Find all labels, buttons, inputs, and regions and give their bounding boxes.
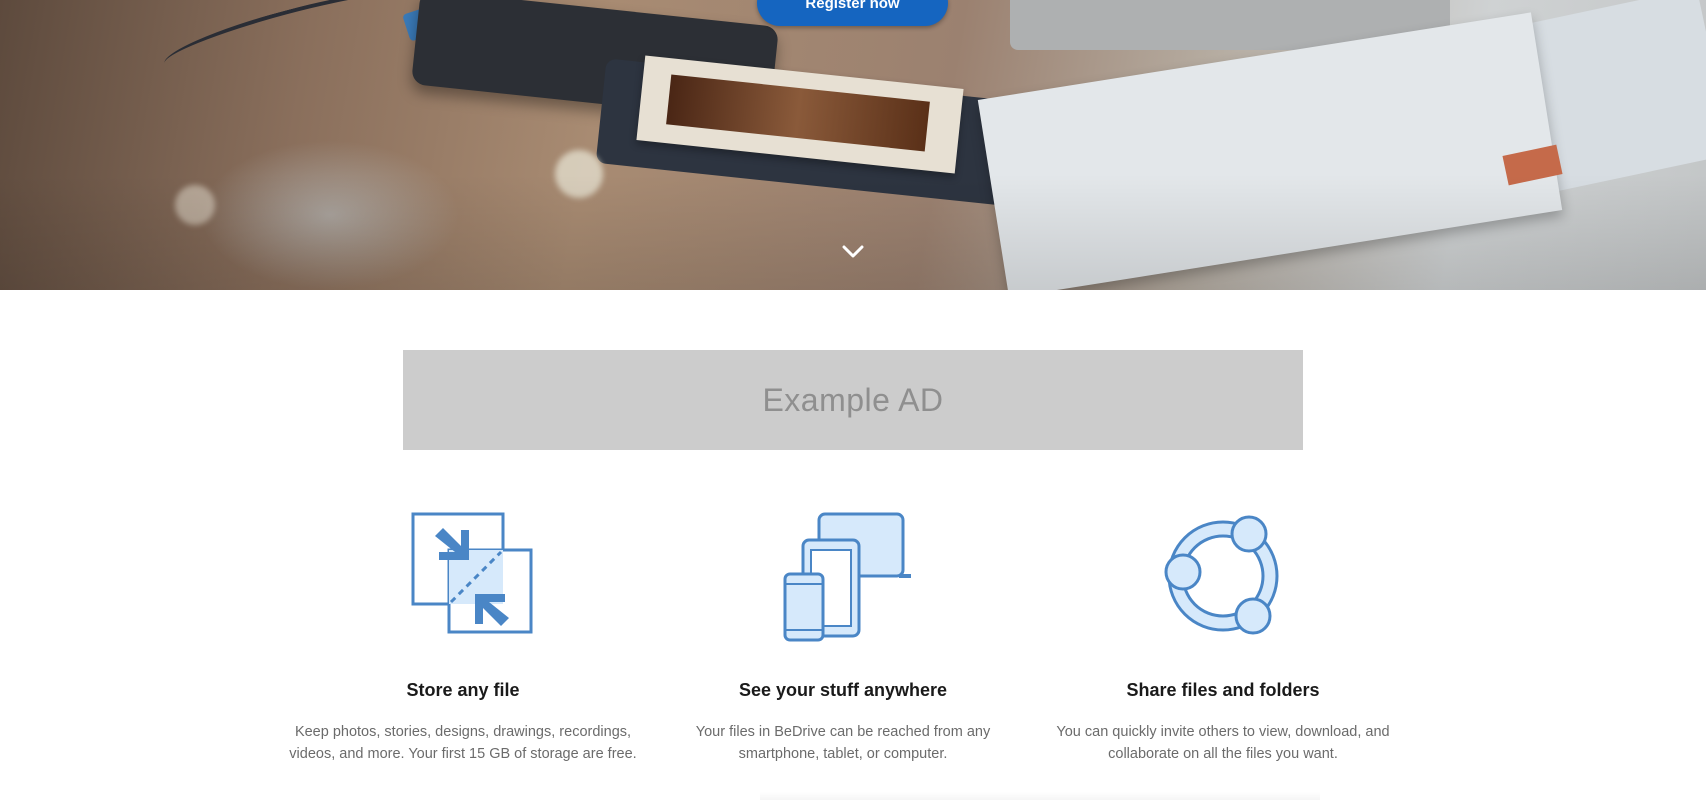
feature-description-line: videos, and more. Your first 15 GB of st… [289,746,637,762]
feature-description-line: collaborate on all the files you want. [1108,746,1338,762]
share-network-icon [1164,515,1279,635]
feature-description: Keep photos, stories, designs, drawings,… [273,721,653,765]
hero-banner: Register now [0,0,1706,290]
register-button[interactable]: Register now [757,0,948,26]
ad-banner[interactable]: Example AD [403,350,1303,450]
feature-see-anywhere: See your stuff anywhere Your files in Be… [653,508,1033,765]
feature-share-files: Share files and folders You can quickly … [1033,508,1413,765]
feature-store-any-file: Store any file Keep photos, stories, des… [273,508,653,765]
scroll-down-button[interactable] [841,240,865,264]
ad-text: Example AD [762,381,944,418]
feature-description-line: Your files in BeDrive can be reached fro… [695,724,991,740]
chevron-down-icon [842,245,864,258]
feature-description-line: Keep photos, stories, designs, drawings,… [294,724,632,740]
next-section-edge [760,792,1320,800]
compress-arrows-icon [411,512,533,634]
feature-title: Store any file [406,680,520,700]
devices-icon [783,512,911,642]
feature-description-line: You can quickly invite others to view, d… [1056,724,1390,740]
feature-description: Your files in BeDrive can be reached fro… [653,721,1033,765]
feature-title: Share files and folders [1126,680,1320,700]
feature-description: You can quickly invite others to view, d… [1033,721,1413,765]
feature-title: See your stuff anywhere [738,680,948,700]
feature-description-line: smartphone, tablet, or computer. [738,746,948,762]
